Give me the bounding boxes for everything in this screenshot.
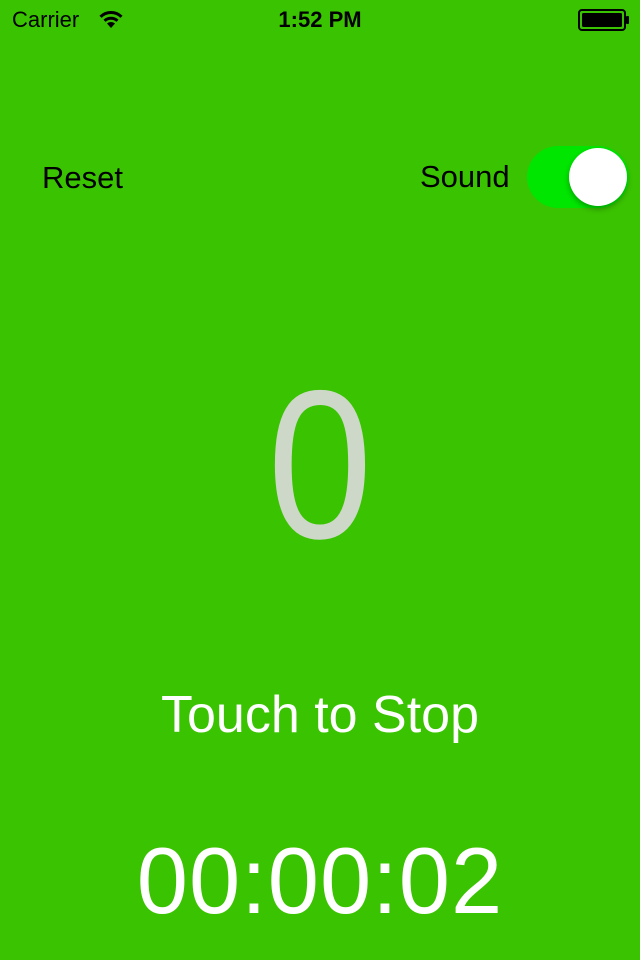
touch-to-stop-button[interactable]: Touch to Stop [0,683,640,747]
timer-area: 00:00:02 [0,826,640,936]
battery-icon [578,9,629,31]
tap-counter: 0 [267,355,373,575]
sound-toggle[interactable] [527,146,629,208]
counter-area: 0 [0,355,640,575]
toggle-knob [569,148,627,206]
elapsed-timer: 00:00:02 [136,828,504,933]
app-screen: Carrier 1:52 PM Reset Sound 0 Touch to S… [0,0,640,960]
status-time: 1:52 PM [278,7,362,32]
reset-button[interactable]: Reset [42,157,123,199]
sound-label: Sound [420,159,510,194]
status-bar: Carrier 1:52 PM [0,0,640,40]
